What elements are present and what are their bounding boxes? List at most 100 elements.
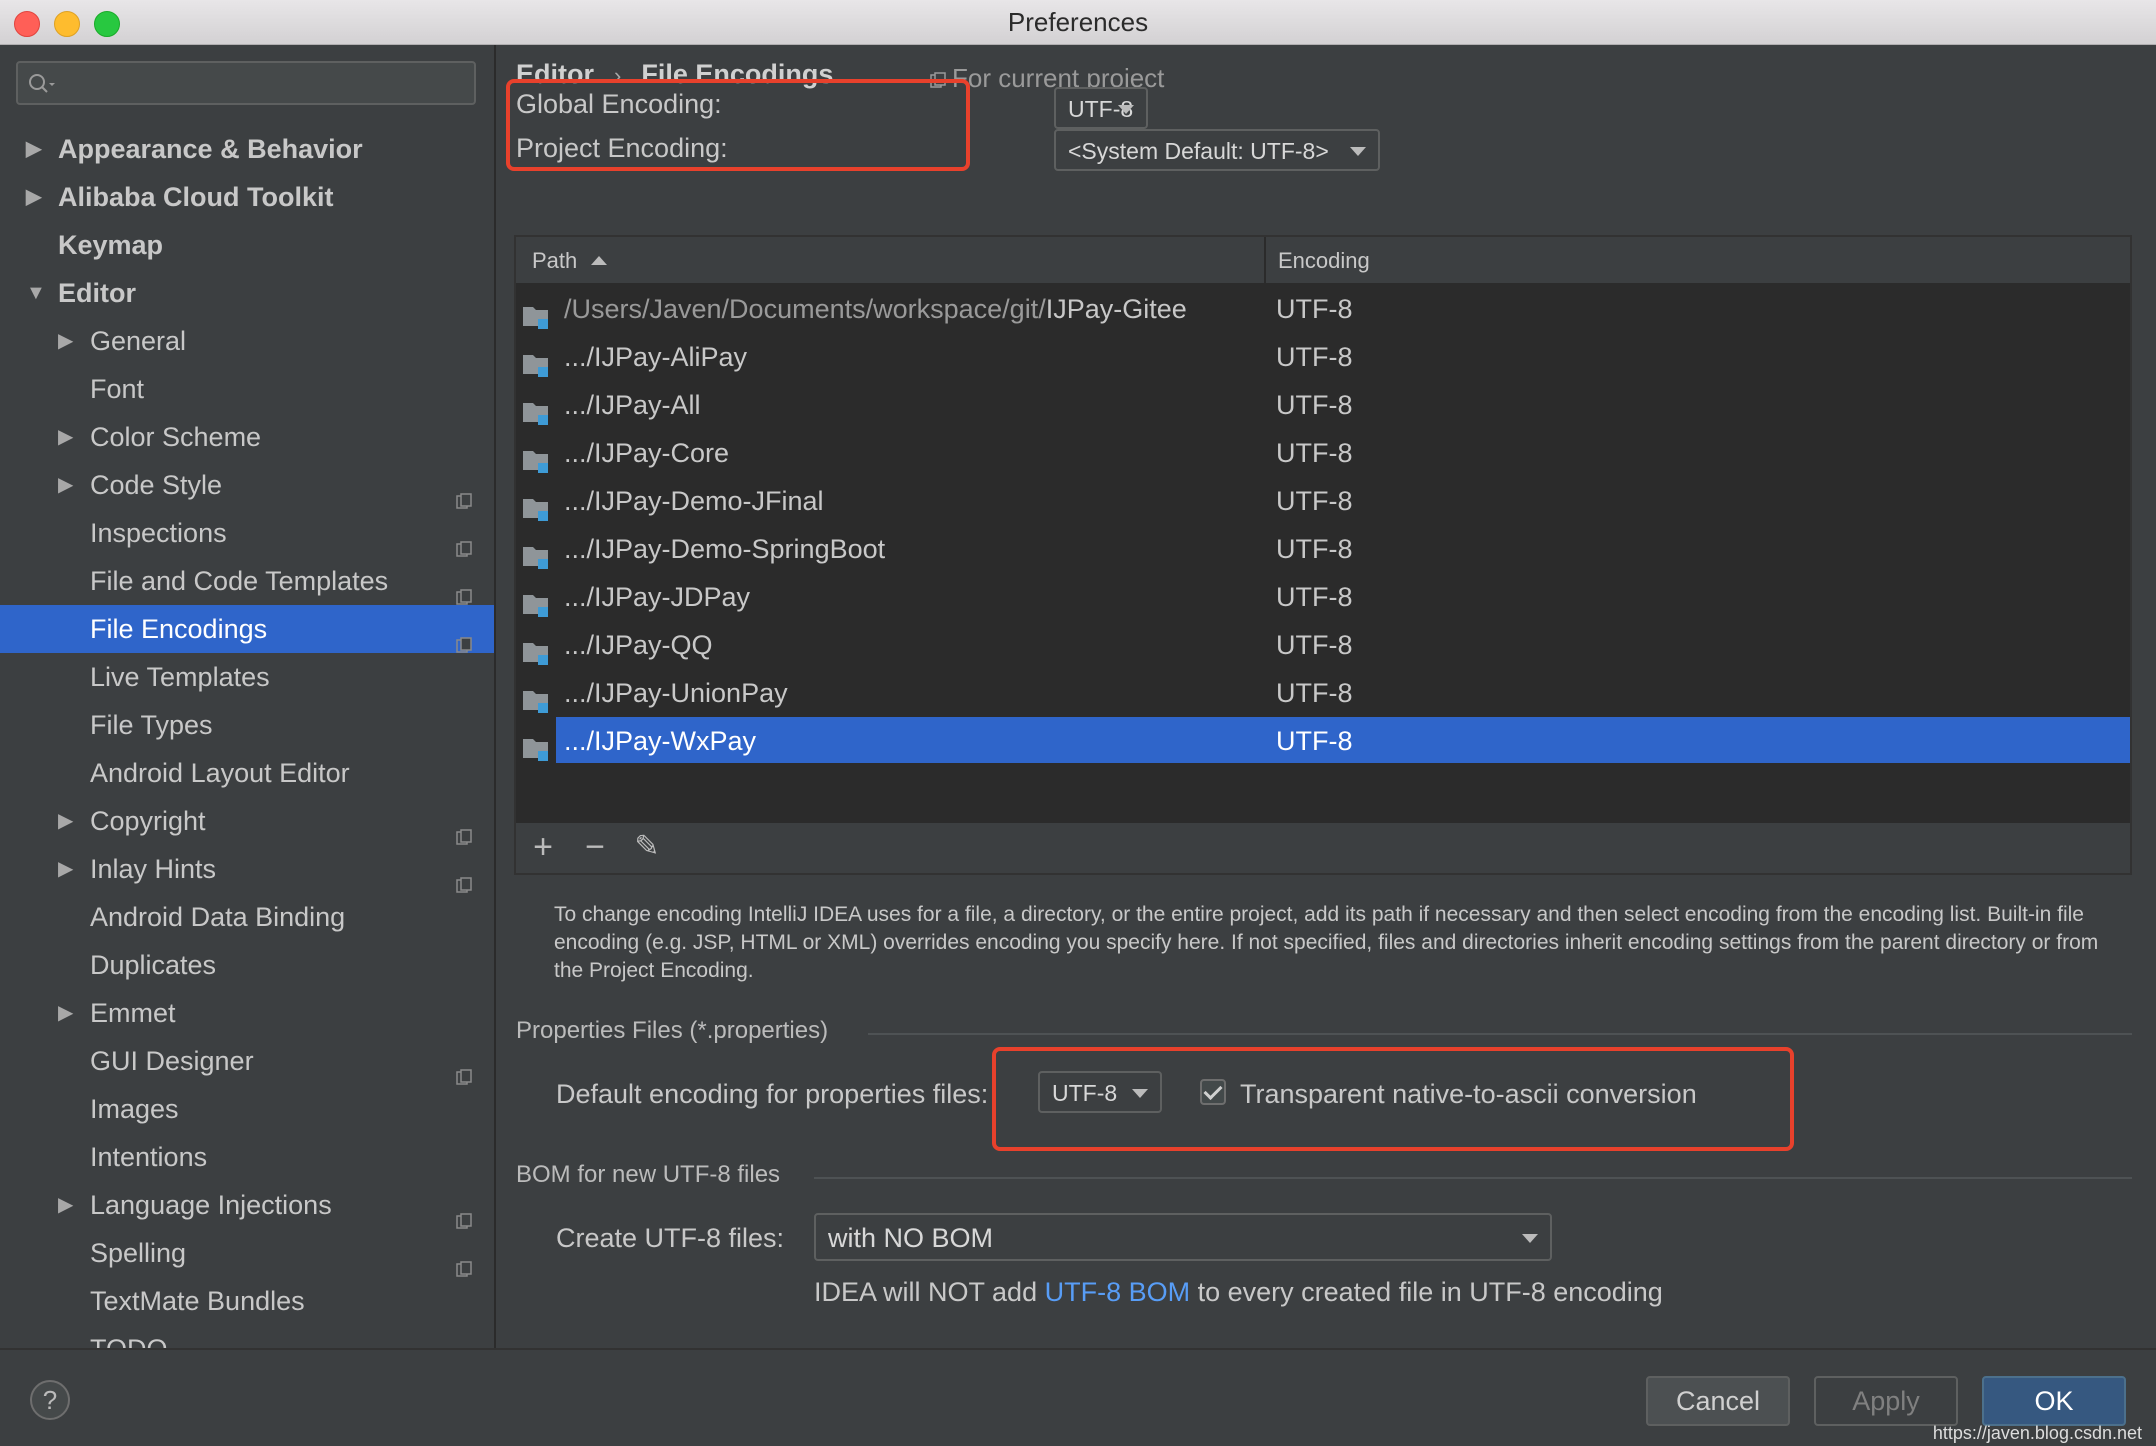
table-row[interactable]: .../IJPay-AliPay UTF-8 (516, 333, 2130, 381)
table-row[interactable]: .../IJPay-Core UTF-8 (516, 429, 2130, 477)
collapsed-arrow-icon[interactable]: ▶ (58, 1181, 73, 1229)
section-divider (868, 1033, 2132, 1035)
sidebar-item-inspections[interactable]: Inspections (0, 509, 494, 557)
sidebar-item-code-style[interactable]: ▶ Code Style (0, 461, 494, 509)
create-utf8-select[interactable]: with NO BOM (814, 1213, 1552, 1261)
table-row[interactable]: /Users/Javen/Documents/workspace/git/IJP… (516, 285, 2130, 333)
path-cell: .../IJPay-All (564, 381, 701, 429)
sidebar-item-intentions[interactable]: Intentions (0, 1133, 494, 1181)
collapsed-arrow-icon[interactable]: ▶ (58, 317, 73, 365)
sidebar-item-label: Intentions (90, 1142, 208, 1172)
apply-button[interactable]: Apply (1814, 1376, 1958, 1426)
add-path-button[interactable]: + (526, 830, 560, 865)
window-title: Preferences (1007, 7, 1149, 37)
project-encoding-select[interactable]: <System Default: UTF-8> (1054, 129, 1380, 171)
table-row[interactable]: .../IJPay-UnionPay UTF-8 (516, 669, 2130, 717)
global-encoding-select[interactable]: UTF-8 (1054, 87, 1148, 129)
sidebar-item-emmet[interactable]: ▶ Emmet (0, 989, 494, 1037)
sidebar-item-todo[interactable]: TODO (0, 1325, 494, 1349)
sidebar-item-language-injections[interactable]: ▶ Language Injections (0, 1181, 494, 1229)
sidebar-item-file-types[interactable]: File Types (0, 701, 494, 749)
column-divider[interactable] (1264, 237, 1266, 283)
collapsed-arrow-icon[interactable]: ▶ (26, 125, 41, 173)
encoding-cell[interactable]: UTF-8 (1276, 333, 1353, 381)
native-to-ascii-checkbox[interactable] (1200, 1079, 1226, 1105)
encoding-cell[interactable]: UTF-8 (1276, 669, 1353, 717)
sidebar-item-file-and-code-templates[interactable]: File and Code Templates (0, 557, 494, 605)
encoding-cell[interactable]: UTF-8 (1276, 573, 1353, 621)
sidebar-item-inlay-hints[interactable]: ▶ Inlay Hints (0, 845, 494, 893)
collapsed-arrow-icon[interactable]: ▶ (26, 173, 41, 221)
collapsed-arrow-icon[interactable]: ▶ (58, 413, 73, 461)
sidebar-item-spelling[interactable]: Spelling (0, 1229, 494, 1277)
expanded-arrow-icon[interactable]: ▼ (26, 269, 46, 317)
ok-button[interactable]: OK (1982, 1376, 2126, 1426)
sidebar-item-duplicates[interactable]: Duplicates (0, 941, 494, 989)
utf8-bom-link[interactable]: UTF-8 BOM (1045, 1277, 1191, 1307)
table-row[interactable]: .../IJPay-QQ UTF-8 (516, 621, 2130, 669)
sidebar-item-copyright[interactable]: ▶ Copyright (0, 797, 494, 845)
sidebar-item-alibaba-cloud-toolkit[interactable]: ▶ Alibaba Cloud Toolkit (0, 173, 494, 221)
chevron-down-icon (1118, 105, 1134, 114)
project-settings-icon (456, 1196, 472, 1229)
path-cell: .../IJPay-WxPay (564, 717, 756, 765)
sidebar-item-keymap[interactable]: Keymap (0, 221, 494, 269)
sidebar-item-android-layout-editor[interactable]: Android Layout Editor (0, 749, 494, 797)
remove-path-button[interactable]: − (578, 830, 612, 865)
sidebar-item-gui-designer[interactable]: GUI Designer (0, 1037, 494, 1085)
encoding-cell[interactable]: UTF-8 (1276, 429, 1353, 477)
table-row[interactable]: .../IJPay-JDPay UTF-8 (516, 573, 2130, 621)
sidebar-item-general[interactable]: ▶ General (0, 317, 494, 365)
encoding-cell[interactable]: UTF-8 (1276, 381, 1353, 429)
collapsed-arrow-icon[interactable]: ▶ (58, 989, 73, 1037)
collapsed-arrow-icon[interactable]: ▶ (58, 797, 73, 845)
path-cell: .../IJPay-JDPay (564, 573, 750, 621)
edit-path-button[interactable]: ✎ (630, 831, 664, 865)
help-button[interactable]: ? (30, 1380, 70, 1420)
column-header-path[interactable]: Path (532, 248, 608, 274)
native-to-ascii-label[interactable]: Transparent native-to-ascii conversion (1240, 1079, 1697, 1110)
sidebar-item-color-scheme[interactable]: ▶ Color Scheme (0, 413, 494, 461)
path-cell: /Users/Javen/Documents/workspace/git/IJP… (564, 285, 1187, 333)
collapsed-arrow-icon[interactable]: ▶ (58, 461, 73, 509)
sidebar-item-font[interactable]: Font (0, 365, 494, 413)
section-divider (814, 1177, 2132, 1179)
table-row[interactable]: .../IJPay-All UTF-8 (516, 381, 2130, 429)
sidebar-item-file-encodings[interactable]: File Encodings (0, 605, 494, 653)
encoding-cell[interactable]: UTF-8 (1276, 285, 1353, 333)
encoding-cell[interactable]: UTF-8 (1276, 525, 1353, 573)
table-row[interactable]: .../IJPay-Demo-JFinal UTF-8 (516, 477, 2130, 525)
sidebar-item-live-templates[interactable]: Live Templates (0, 653, 494, 701)
settings-tree: ▶ Appearance & Behavior ▶ Alibaba Cloud Too… (0, 125, 494, 1349)
global-encoding-label: Global Encoding: (516, 89, 722, 119)
properties-encoding-select[interactable]: UTF-8 (1038, 1071, 1162, 1113)
cancel-button[interactable]: Cancel (1646, 1376, 1790, 1426)
column-header-encoding[interactable]: Encoding (1278, 248, 1370, 274)
sidebar-item-editor[interactable]: ▼ Editor (0, 269, 494, 317)
create-utf8-label: Create UTF-8 files: (556, 1223, 785, 1253)
encoding-cell[interactable]: UTF-8 (1276, 477, 1353, 525)
sidebar-item-images[interactable]: Images (0, 1085, 494, 1133)
path-cell: .../IJPay-Core (564, 429, 729, 477)
encoding-cell[interactable]: UTF-8 (1276, 621, 1353, 669)
settings-sidebar: ▶ Appearance & Behavior ▶ Alibaba Cloud Too… (0, 45, 496, 1349)
table-rows: /Users/Javen/Documents/workspace/git/IJP… (516, 285, 2130, 765)
sidebar-item-label: Images (90, 1094, 179, 1124)
sidebar-item-label: Spelling (90, 1238, 187, 1268)
sidebar-item-label: Editor (58, 278, 136, 308)
bom-note: IDEA will NOT add UTF-8 BOM to every cre… (814, 1277, 1663, 1307)
sidebar-item-android-data-binding[interactable]: Android Data Binding (0, 893, 494, 941)
path-name: .../IJPay-Core (564, 438, 730, 468)
project-settings-icon (456, 860, 472, 893)
sidebar-item-appearance-behavior[interactable]: ▶ Appearance & Behavior (0, 125, 494, 173)
table-row[interactable]: .../IJPay-Demo-SpringBoot UTF-8 (516, 525, 2130, 573)
collapsed-arrow-icon[interactable]: ▶ (58, 845, 73, 893)
settings-search-input[interactable] (16, 61, 476, 105)
table-row[interactable]: .../IJPay-WxPay UTF-8 (516, 717, 2130, 765)
sidebar-item-label: Live Templates (90, 662, 270, 692)
sidebar-item-label: Inspections (90, 518, 227, 548)
sidebar-item-textmate-bundles[interactable]: TextMate Bundles (0, 1277, 494, 1325)
sidebar-item-label: File Types (90, 710, 213, 740)
sidebar-item-label: Android Data Binding (90, 902, 346, 932)
encoding-cell[interactable]: UTF-8 (1276, 717, 1353, 765)
